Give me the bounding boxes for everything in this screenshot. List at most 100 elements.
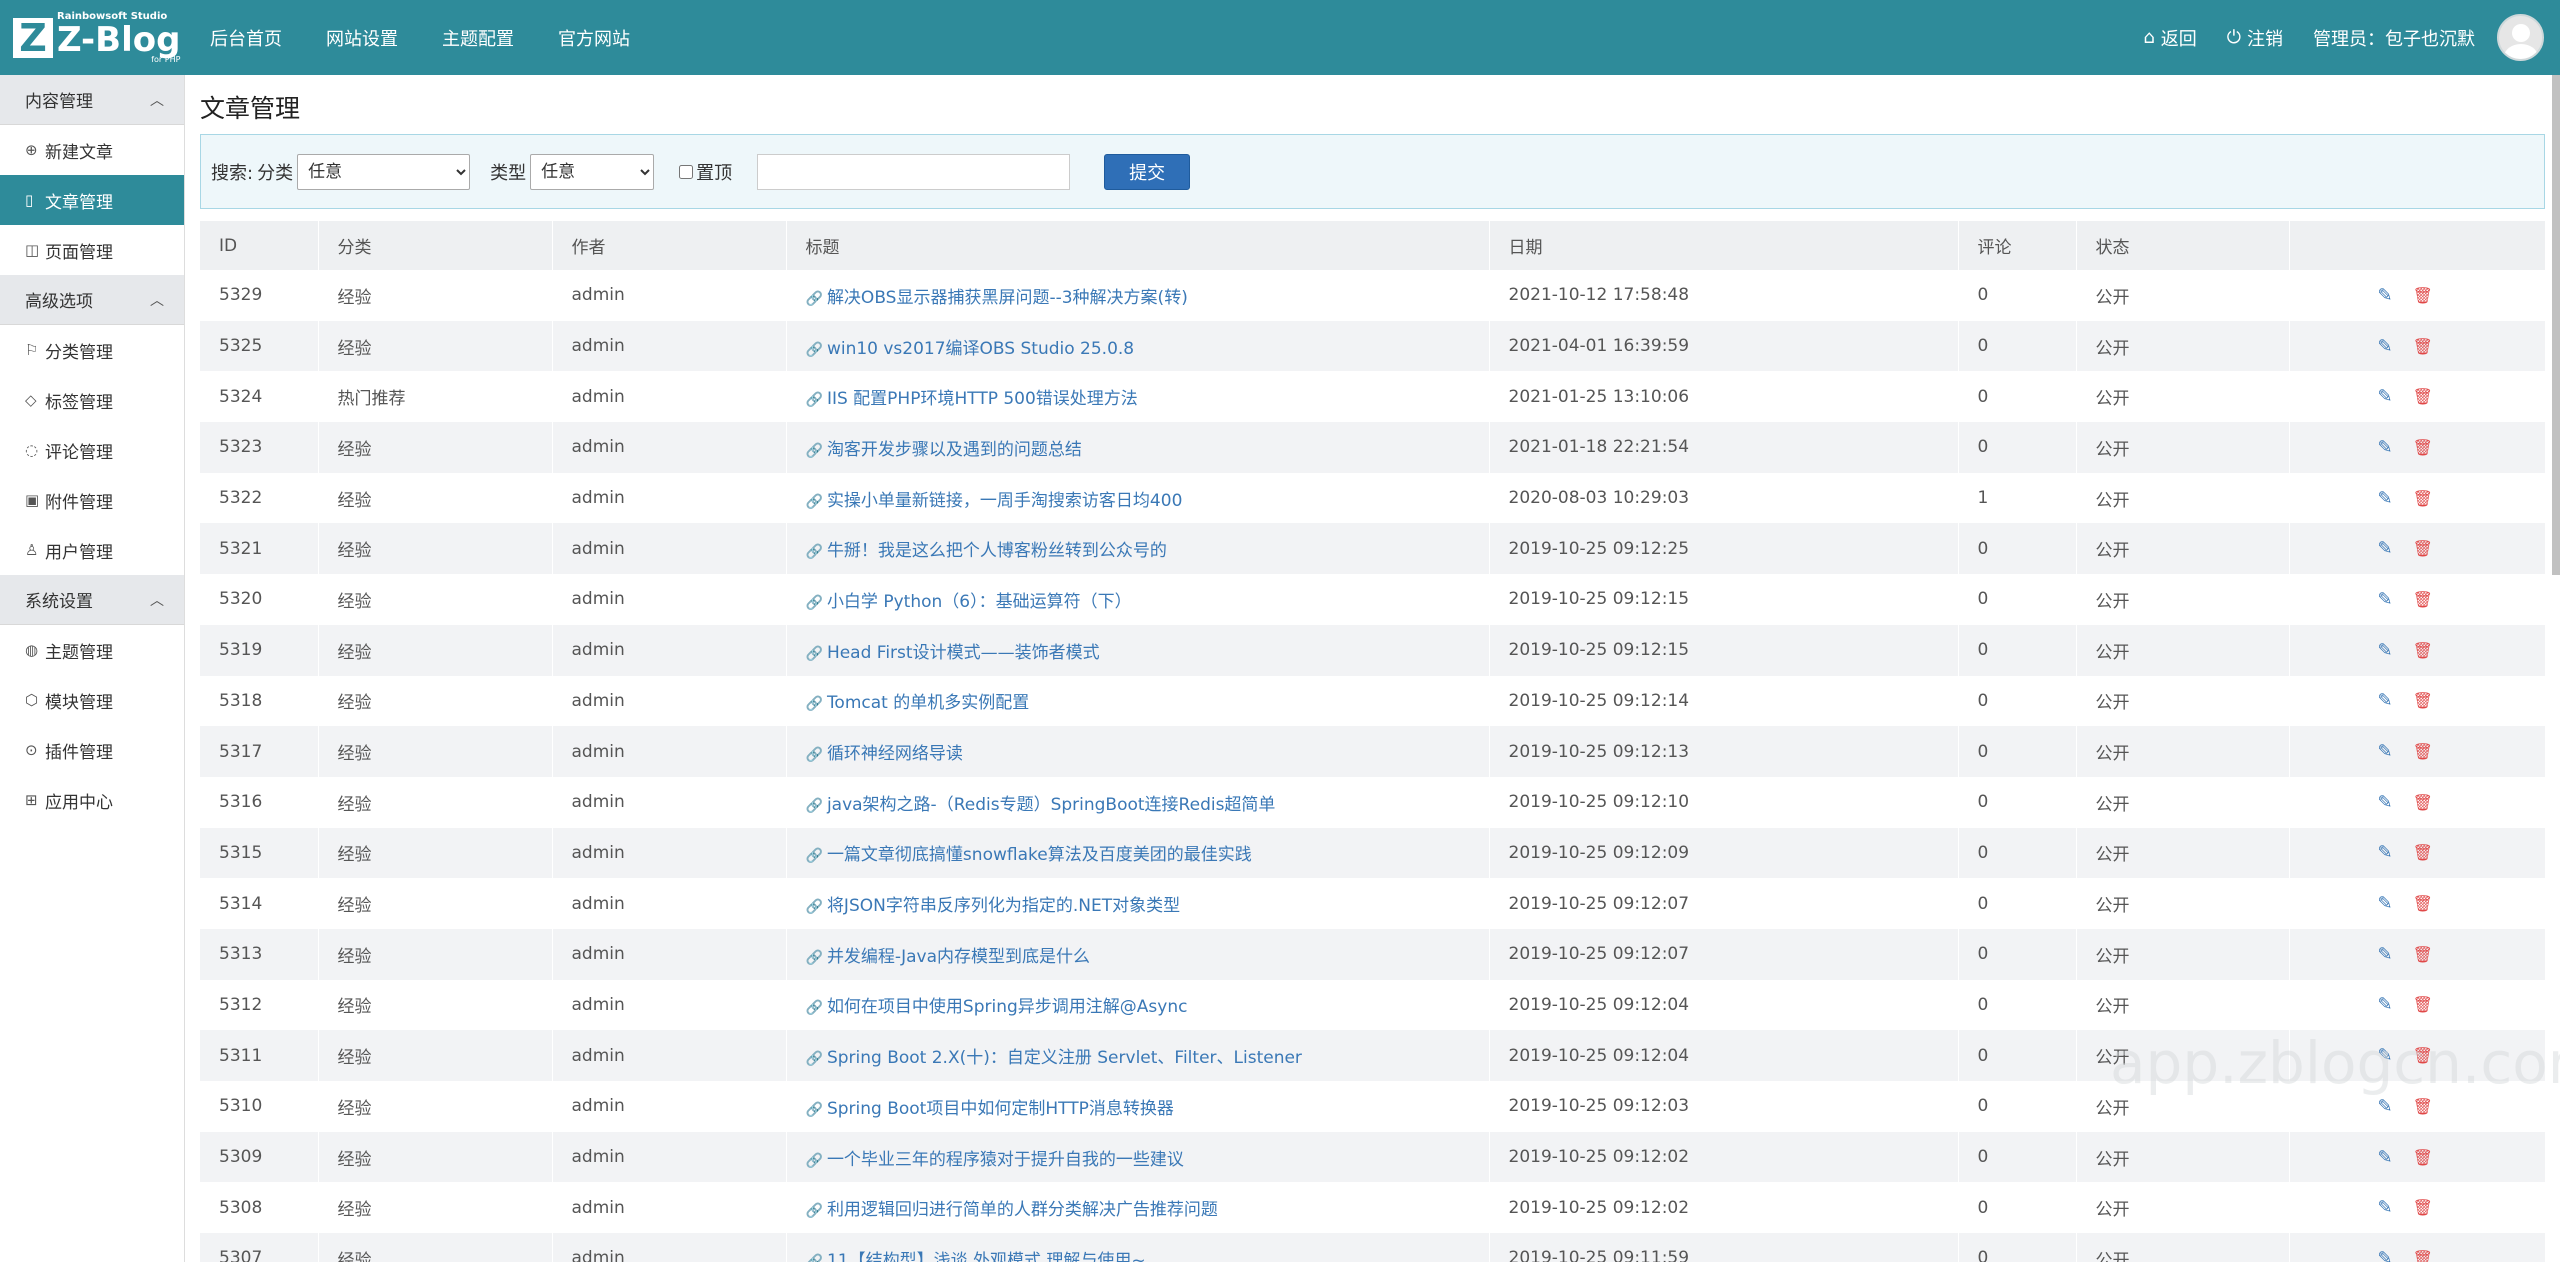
topnav-theme-config[interactable]: 主题配置 bbox=[442, 25, 514, 51]
edit-icon[interactable]: ✎ bbox=[2378, 994, 2393, 1015]
edit-icon[interactable]: ✎ bbox=[2378, 741, 2393, 762]
delete-icon[interactable]: 🗑 bbox=[2413, 590, 2433, 609]
topnav-site-settings[interactable]: 网站设置 bbox=[326, 25, 398, 51]
article-title-link[interactable]: 将JSON字符串反序列化为指定的.NET对象类型 bbox=[827, 896, 1180, 916]
article-title-link[interactable]: 一篇文章彻底搞懂snowflake算法及百度美团的最佳实践 bbox=[827, 845, 1252, 865]
edit-icon[interactable]: ✎ bbox=[2378, 285, 2393, 306]
edit-icon[interactable]: ✎ bbox=[2378, 640, 2393, 661]
col-category[interactable]: 分类 bbox=[318, 221, 553, 270]
edit-icon[interactable]: ✎ bbox=[2378, 336, 2393, 357]
delete-icon[interactable]: 🗑 bbox=[2413, 438, 2433, 457]
sidebar-item-page-manage[interactable]: ◫ 页面管理 bbox=[0, 225, 184, 275]
edit-icon[interactable]: ✎ bbox=[2378, 437, 2393, 458]
delete-icon[interactable]: 🗑 bbox=[2413, 894, 2433, 913]
delete-icon[interactable]: 🗑 bbox=[2413, 945, 2433, 964]
delete-icon[interactable]: 🗑 bbox=[2413, 387, 2433, 406]
col-date[interactable]: 日期 bbox=[1489, 221, 1959, 270]
delete-icon[interactable]: 🗑 bbox=[2413, 1046, 2433, 1065]
article-title-link[interactable]: IIS 配置PHP环境HTTP 500错误处理方法 bbox=[827, 389, 1138, 409]
article-title-link[interactable]: 小白学 Python（6）：基础运算符（下） bbox=[827, 592, 1132, 612]
article-title-link[interactable]: 11【结构型】浅谈 外观模式 理解与使用~ bbox=[827, 1251, 1146, 1262]
article-title-link[interactable]: 牛掰！我是这么把个人博客粉丝转到公众号的 bbox=[827, 541, 1167, 561]
sidebar-item-comment-manage[interactable]: ◌ 评论管理 bbox=[0, 425, 184, 475]
delete-icon[interactable]: 🗑 bbox=[2413, 489, 2433, 508]
sidebar-group-advanced[interactable]: 高级选项 ︿ bbox=[0, 275, 184, 325]
sidebar-item-article-manage[interactable]: ▯ 文章管理 bbox=[0, 175, 184, 225]
table-row: 5313 经验 admin 🔗 并发编程-Java内存模型到底是什么 2019-10-25… bbox=[200, 928, 2546, 980]
article-title-link[interactable]: 实操小单量新链接，一周手淘搜索访客日均400 bbox=[827, 491, 1182, 511]
delete-icon[interactable]: 🗑 bbox=[2413, 337, 2433, 356]
sidebar-item-category-manage[interactable]: ⚐ 分类管理 bbox=[0, 325, 184, 375]
sidebar-item-plugin-manage[interactable]: ⊙ 插件管理 bbox=[0, 725, 184, 775]
edit-icon[interactable]: ✎ bbox=[2378, 1147, 2393, 1168]
sidebar-group-system[interactable]: 系统设置 ︿ bbox=[0, 575, 184, 625]
edit-icon[interactable]: ✎ bbox=[2378, 488, 2393, 509]
article-title-link[interactable]: 利用逻辑回归进行简单的人群分类解决广告推荐问题 bbox=[827, 1200, 1218, 1220]
type-select[interactable]: 任意 bbox=[530, 153, 655, 190]
sidebar-item-label: 模块管理 bbox=[45, 692, 113, 713]
delete-icon[interactable]: 🗑 bbox=[2413, 1198, 2433, 1217]
delete-icon[interactable]: 🗑 bbox=[2413, 995, 2433, 1014]
sidebar-item-attachment-manage[interactable]: ▣ 附件管理 bbox=[0, 475, 184, 525]
col-status[interactable]: 状态 bbox=[2076, 221, 2290, 270]
article-title-link[interactable]: java架构之路-（Redis专题）SpringBoot连接Redis超简单 bbox=[827, 795, 1276, 815]
sidebar-group-content[interactable]: 内容管理 ︿ bbox=[0, 75, 184, 125]
sidebar-item-tag-manage[interactable]: ◇ 标签管理 bbox=[0, 375, 184, 425]
delete-icon[interactable]: 🗑 bbox=[2413, 539, 2433, 558]
edit-icon[interactable]: ✎ bbox=[2378, 1096, 2393, 1117]
delete-icon[interactable]: 🗑 bbox=[2413, 691, 2433, 710]
edit-icon[interactable]: ✎ bbox=[2378, 893, 2393, 914]
sidebar-item-theme-manage[interactable]: ◍ 主题管理 bbox=[0, 625, 184, 675]
article-title-link[interactable]: 循环神经网络导读 bbox=[827, 744, 963, 764]
topnav-official-site[interactable]: 官方网站 bbox=[558, 25, 630, 51]
edit-icon[interactable]: ✎ bbox=[2378, 690, 2393, 711]
edit-icon[interactable]: ✎ bbox=[2378, 538, 2393, 559]
delete-icon[interactable]: 🗑 bbox=[2413, 1097, 2433, 1116]
delete-icon[interactable]: 🗑 bbox=[2413, 793, 2433, 812]
article-title-link[interactable]: 淘客开发步骤以及遇到的问题总结 bbox=[827, 440, 1082, 460]
edit-icon[interactable]: ✎ bbox=[2378, 944, 2393, 965]
sidebar-item-module-manage[interactable]: ⬡ 模块管理 bbox=[0, 675, 184, 725]
submit-button[interactable]: 提交 bbox=[1104, 153, 1191, 190]
delete-icon[interactable]: 🗑 bbox=[2413, 1249, 2433, 1262]
edit-icon[interactable]: ✎ bbox=[2378, 1248, 2393, 1262]
zblog-logo[interactable]: Z Rainbowsoft Studio Z-Blog for PHP bbox=[13, 8, 193, 68]
scrollbar[interactable] bbox=[2552, 75, 2560, 575]
cell-status: 公开 bbox=[2076, 574, 2290, 625]
topnav-dashboard[interactable]: 后台首页 bbox=[210, 25, 282, 51]
search-input[interactable] bbox=[757, 153, 1071, 190]
edit-icon[interactable]: ✎ bbox=[2378, 1197, 2393, 1218]
article-title-link[interactable]: 如何在项目中使用Spring异步调用注解@Async bbox=[827, 997, 1188, 1017]
article-title-link[interactable]: 解决OBS显示器捕获黑屏问题--3种解决方案(转) bbox=[827, 288, 1188, 308]
col-author[interactable]: 作者 bbox=[552, 221, 787, 270]
edit-icon[interactable]: ✎ bbox=[2378, 792, 2393, 813]
admin-name[interactable]: 管理员：包子也沉默 bbox=[2313, 25, 2475, 51]
edit-icon[interactable]: ✎ bbox=[2378, 386, 2393, 407]
delete-icon[interactable]: 🗑 bbox=[2413, 286, 2433, 305]
pin-checkbox[interactable] bbox=[679, 164, 694, 179]
edit-icon[interactable]: ✎ bbox=[2378, 1045, 2393, 1066]
edit-icon[interactable]: ✎ bbox=[2378, 842, 2393, 863]
col-comments[interactable]: 评论 bbox=[1958, 221, 2077, 270]
sidebar-item-user-manage[interactable]: ♙ 用户管理 bbox=[0, 525, 184, 575]
sidebar-item-app-center[interactable]: ⊞ 应用中心 bbox=[0, 775, 184, 825]
sidebar-item-new-article[interactable]: ⊕ 新建文章 bbox=[0, 125, 184, 175]
article-title-link[interactable]: Spring Boot项目中如何定制HTTP消息转换器 bbox=[827, 1099, 1174, 1119]
col-id[interactable]: ID bbox=[200, 221, 319, 270]
back-link[interactable]: ⌂ 返回 bbox=[2143, 25, 2196, 51]
logout-link[interactable]: ⏻ 注销 bbox=[2227, 25, 2283, 51]
delete-icon[interactable]: 🗑 bbox=[2413, 1148, 2433, 1167]
article-title-link[interactable]: 一个毕业三年的程序猿对于提升自我的一些建议 bbox=[827, 1150, 1184, 1170]
delete-icon[interactable]: 🗑 bbox=[2413, 843, 2433, 862]
delete-icon[interactable]: 🗑 bbox=[2413, 742, 2433, 761]
article-title-link[interactable]: Head First设计模式——装饰者模式 bbox=[827, 643, 1100, 663]
category-select[interactable]: 任意 bbox=[297, 153, 471, 190]
delete-icon[interactable]: 🗑 bbox=[2413, 641, 2433, 660]
article-title-link[interactable]: 并发编程-Java内存模型到底是什么 bbox=[827, 947, 1090, 967]
article-title-link[interactable]: win10 vs2017编译OBS Studio 25.0.8 bbox=[827, 339, 1134, 359]
edit-icon[interactable]: ✎ bbox=[2378, 589, 2393, 610]
article-title-link[interactable]: Spring Boot 2.X(十)：自定义注册 Servlet、Filter、… bbox=[827, 1048, 1302, 1068]
avatar[interactable] bbox=[2497, 14, 2544, 61]
article-title-link[interactable]: Tomcat 的单机多实例配置 bbox=[827, 693, 1029, 713]
col-title[interactable]: 标题 bbox=[786, 221, 1490, 270]
